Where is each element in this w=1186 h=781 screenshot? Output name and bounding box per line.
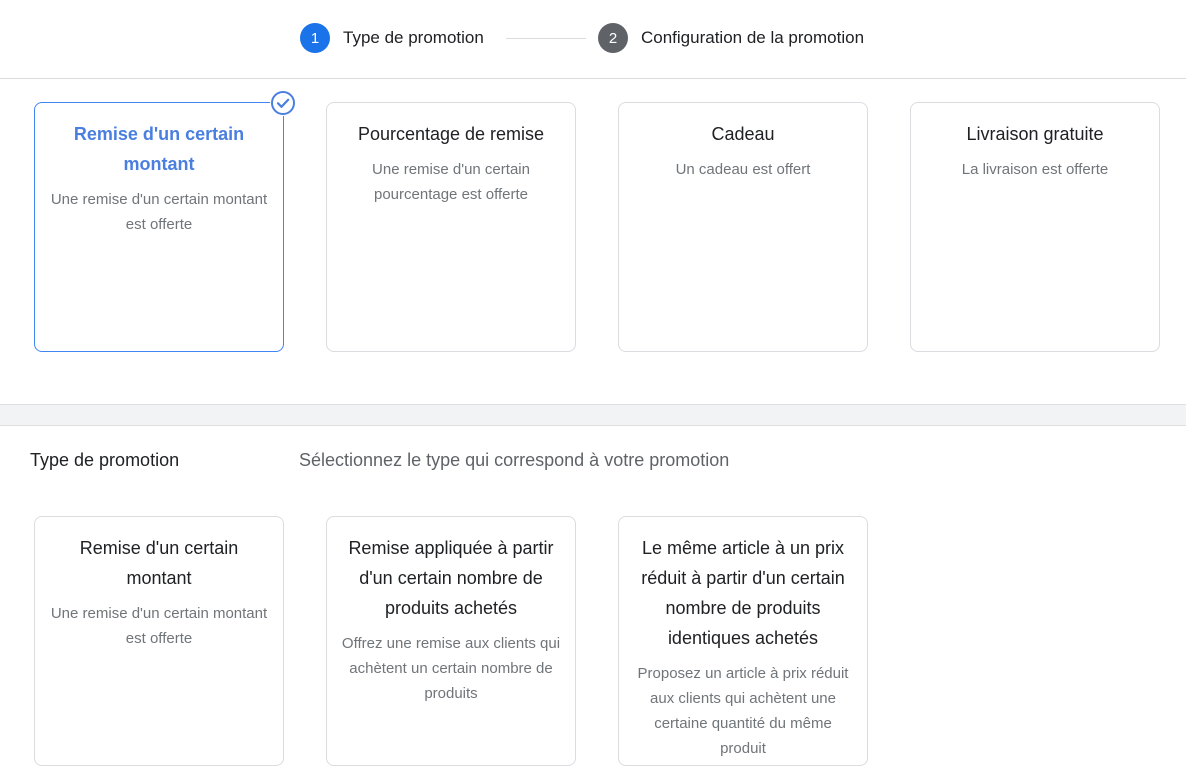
card-description: Une remise d'un certain pourcentage est … (372, 161, 530, 203)
step-number-badge: 1 (300, 23, 330, 53)
section-divider (0, 404, 1186, 426)
promo-card-cadeau[interactable]: Cadeau Un cadeau est offert (618, 102, 868, 352)
step-label: Type de promotion (343, 28, 484, 47)
promo-card-livraison[interactable]: Livraison gratuite La livraison est offe… (910, 102, 1160, 352)
card-description: La livraison est offerte (961, 161, 1109, 178)
step-connector (506, 38, 586, 39)
card-title: Remise appliquée à partir d'un certain n… (348, 538, 554, 618)
stepper: 1 Type de promotion 2 Configuration de l… (0, 0, 1186, 79)
step-configuration[interactable]: 2 Configuration de la promotion (598, 23, 864, 53)
card-description: Offrez une remise aux clients qui achète… (341, 635, 561, 702)
card-description: Une remise d'un certain montant est offe… (50, 605, 268, 647)
step-type-de-promotion[interactable]: 1 Type de promotion (300, 23, 484, 53)
step-number-badge: 2 (598, 23, 628, 53)
card-title: Remise d'un certain montant (79, 538, 239, 588)
check-circle-icon (270, 90, 296, 116)
section-description: Sélectionnez le type qui correspond à vo… (299, 450, 730, 470)
promo-card-remise-quantite[interactable]: Remise appliquée à partir d'un certain n… (326, 516, 576, 766)
promo-card-remise-montant[interactable]: Remise d'un certain montant Une remise d… (34, 90, 296, 352)
step-label: Configuration de la promotion (641, 28, 865, 47)
card-title: Remise d'un certain montant (73, 124, 245, 174)
promo-card-pourcentage[interactable]: Pourcentage de remise Une remise d'un ce… (326, 102, 576, 352)
card-description: Un cadeau est offert (675, 161, 811, 178)
card-title: Livraison gratuite (966, 124, 1104, 144)
promo-card-remise-montant-alt[interactable]: Remise d'un certain montant Une remise d… (34, 516, 284, 766)
section-label: Type de promotion (30, 450, 180, 470)
promo-card-meme-article[interactable]: Le même article à un prix réduit à parti… (618, 516, 868, 766)
card-title: Pourcentage de remise (357, 124, 545, 144)
card-title: Le même article à un prix réduit à parti… (641, 538, 845, 648)
card-description: Une remise d'un certain montant est offe… (50, 191, 268, 233)
card-title: Cadeau (711, 124, 775, 144)
card-description: Proposez un article à prix réduit aux cl… (637, 665, 849, 757)
